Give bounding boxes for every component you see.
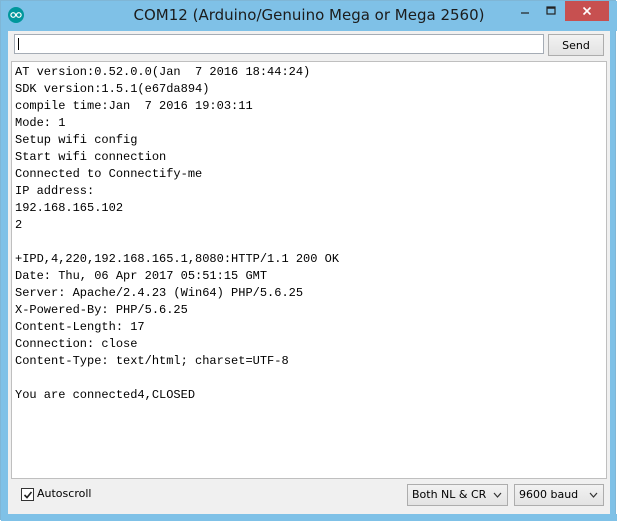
- output-line: 2: [15, 218, 23, 232]
- maximize-icon: [546, 6, 556, 15]
- output-line: Content-Type: text/html; charset=UTF-8: [15, 354, 289, 368]
- window-bottom-border: [1, 514, 617, 521]
- output-line: IP address:: [15, 184, 95, 198]
- minimize-icon: [521, 12, 529, 14]
- baud-rate-select[interactable]: 9600 baud: [514, 484, 604, 506]
- close-icon: [582, 6, 592, 16]
- output-line: compile time:Jan 7 2016 19:03:11: [15, 99, 253, 113]
- checkmark-icon: [23, 490, 32, 499]
- output-line: Server: Apache/2.4.23 (Win64) PHP/5.6.25: [15, 286, 304, 300]
- line-ending-select[interactable]: Both NL & CR: [407, 484, 508, 506]
- footer-bar: Autoscroll Both NL & CR 9600 baud: [8, 483, 610, 511]
- autoscroll-label[interactable]: Autoscroll: [37, 487, 91, 500]
- serial-output[interactable]: AT version:0.52.0.0(Jan 7 2016 18:44:24)…: [11, 61, 607, 479]
- baud-rate-value: 9600 baud: [519, 488, 579, 501]
- output-line: Start wifi connection: [15, 150, 167, 164]
- text-caret: [18, 38, 19, 50]
- serial-monitor-window: COM12 (Arduino/Genuino Mega or Mega 2560…: [0, 0, 617, 521]
- send-button[interactable]: Send: [548, 34, 604, 56]
- output-line: 192.168.165.102: [15, 201, 124, 215]
- minimize-button[interactable]: [512, 1, 538, 21]
- output-line: Connected to Connectify-me: [15, 167, 203, 181]
- close-button[interactable]: [565, 1, 609, 21]
- chevron-down-icon: [589, 492, 598, 498]
- chevron-down-icon: [493, 492, 502, 498]
- output-line: AT version:0.52.0.0(Jan 7 2016 18:44:24): [15, 65, 311, 79]
- maximize-button[interactable]: [538, 1, 564, 21]
- serial-input[interactable]: [14, 34, 544, 54]
- output-line: Connection: close: [15, 337, 138, 351]
- output-line: Mode: 1: [15, 116, 66, 130]
- output-line: +IPD,4,220,192.168.165.1,8080:HTTP/1.1 2…: [15, 252, 340, 266]
- output-line: SDK version:1.5.1(e67da894): [15, 82, 210, 96]
- output-line: Content-Length: 17: [15, 320, 145, 334]
- output-line: Date: Thu, 06 Apr 2017 05:51:15 GMT: [15, 269, 268, 283]
- line-ending-value: Both NL & CR: [412, 488, 487, 501]
- title-bar[interactable]: COM12 (Arduino/Genuino Mega or Mega 2560…: [1, 1, 617, 31]
- autoscroll-checkbox[interactable]: [21, 488, 34, 501]
- output-line: Setup wifi config: [15, 133, 138, 147]
- output-line: You are connected4,CLOSED: [15, 388, 196, 402]
- serial-monitor-client: Send AT version:0.52.0.0(Jan 7 2016 18:4…: [8, 31, 610, 514]
- output-line: X-Powered-By: PHP/5.6.25: [15, 303, 188, 317]
